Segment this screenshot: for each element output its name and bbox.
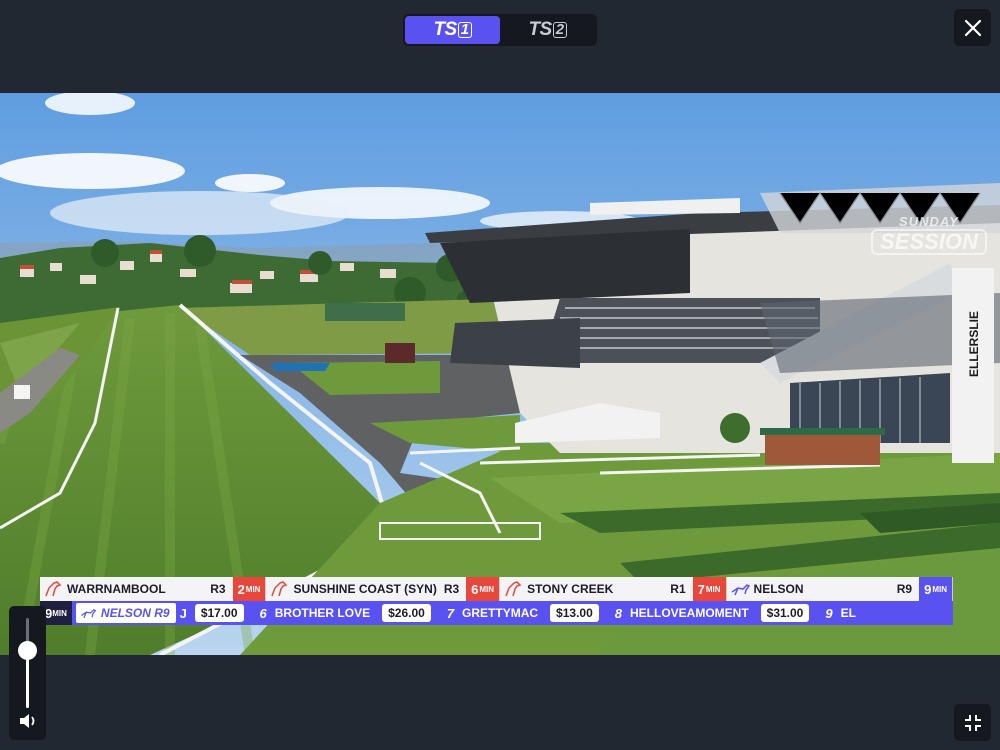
race-time-unit: MIN bbox=[479, 584, 495, 594]
race-time-badge: 9 MIN bbox=[919, 577, 952, 601]
odds-runner-number: 9 bbox=[825, 605, 833, 621]
odds-runner-number: 6 bbox=[259, 605, 267, 621]
sunday-session-watermark: SUNDAY SESSION bbox=[871, 215, 987, 259]
odds-current-race-label: NELSON R9 bbox=[100, 606, 170, 620]
upcoming-races-ticker: WARRNAMBOOL R3 2 MIN SUNSHINE COAST (SYN)… bbox=[40, 577, 953, 601]
tab-ts1-label: TS bbox=[433, 19, 457, 40]
watermark-top: SUNDAY bbox=[899, 214, 959, 229]
odds-lead-time-value: 9 bbox=[45, 605, 53, 621]
race-venue: SUNSHINE COAST (SYN) bbox=[293, 582, 437, 596]
race-tile-warrnambool[interactable]: WARRNAMBOOL R3 2 MIN bbox=[40, 577, 267, 601]
odds-runner-name: EL bbox=[840, 606, 856, 620]
close-button[interactable] bbox=[954, 9, 991, 46]
tab-ts2-label: TS bbox=[528, 19, 552, 40]
race-time-unit: MIN bbox=[705, 584, 721, 594]
watermark-main: SESSION bbox=[871, 229, 987, 255]
greyhound-icon bbox=[81, 608, 97, 619]
horse-icon bbox=[505, 581, 522, 597]
speaker-icon[interactable] bbox=[17, 710, 39, 732]
race-time: 2 bbox=[237, 581, 245, 597]
race-venue: NELSON bbox=[753, 582, 804, 596]
tab-ts1[interactable]: TS 1 bbox=[405, 16, 500, 44]
tab-ts1-number: 1 bbox=[457, 22, 472, 38]
odds-runner-name: GRETTYMAC bbox=[462, 606, 539, 620]
race-tile-stony-creek[interactable]: STONY CREEK R1 7 MIN bbox=[500, 577, 727, 601]
close-icon bbox=[964, 19, 981, 36]
race-time-badge: 2 MIN bbox=[232, 577, 266, 601]
grandstand-sign: ELLERSLIE bbox=[967, 311, 981, 377]
race-tile-nelson[interactable]: NELSON R9 9 MIN bbox=[726, 577, 953, 601]
race-number: R9 bbox=[896, 582, 913, 596]
odds-ticker: 9 MIN NELSON R9 J $17.00 6 BROTHER LOVE $… bbox=[40, 601, 953, 625]
horse-icon bbox=[271, 581, 288, 597]
volume-control bbox=[9, 606, 46, 740]
channel-switcher: TS 1 TS 2 bbox=[403, 14, 597, 46]
race-time: 9 bbox=[924, 581, 932, 597]
exit-fullscreen-button[interactable] bbox=[954, 704, 991, 741]
race-time-badge: 6 MIN bbox=[466, 577, 500, 601]
odds-runner-number: 8 bbox=[614, 605, 622, 621]
odds-runner-name: HELLOVEAMOMENT bbox=[629, 606, 749, 620]
video-player[interactable]: ELLERSLIE SUNDAY SESSION bbox=[0, 93, 1000, 655]
racecourse-video-frame: ELLERSLIE bbox=[0, 93, 1000, 655]
odds-runner-name: BROTHER LOVE bbox=[274, 606, 371, 620]
race-time: 6 bbox=[471, 581, 479, 597]
race-tile-sunshine-coast[interactable]: SUNSHINE COAST (SYN) R3 6 MIN bbox=[266, 577, 501, 601]
tab-ts2[interactable]: TS 2 bbox=[500, 16, 595, 44]
odds-price: $17.00 bbox=[194, 604, 244, 622]
race-number: R3 bbox=[443, 582, 460, 596]
minimize-icon bbox=[964, 714, 981, 731]
race-number: R1 bbox=[670, 582, 686, 596]
odds-runner-fragment: J bbox=[179, 605, 187, 621]
race-time-badge: 7 MIN bbox=[692, 577, 726, 601]
odds-price: $31.00 bbox=[760, 604, 810, 622]
odds-price: $13.00 bbox=[550, 604, 599, 622]
tab-ts2-number: 2 bbox=[552, 22, 567, 38]
race-number: R3 bbox=[210, 582, 226, 596]
race-time: 7 bbox=[697, 581, 705, 597]
greyhound-icon bbox=[731, 584, 750, 596]
race-venue: STONY CREEK bbox=[527, 582, 614, 596]
odds-lead-time-unit: MIN bbox=[52, 608, 67, 618]
odds-current-race[interactable]: NELSON R9 bbox=[75, 603, 176, 623]
race-time-unit: MIN bbox=[245, 584, 261, 594]
race-venue: WARRNAMBOOL bbox=[67, 582, 166, 596]
horse-icon bbox=[45, 581, 62, 597]
odds-runner-number: 7 bbox=[446, 605, 455, 621]
race-time-unit: MIN bbox=[932, 584, 947, 594]
volume-slider-handle[interactable] bbox=[18, 641, 37, 660]
top-bar: TS 1 TS 2 bbox=[0, 0, 1000, 93]
bottom-bar bbox=[0, 655, 1000, 750]
odds-price: $26.00 bbox=[382, 604, 431, 622]
